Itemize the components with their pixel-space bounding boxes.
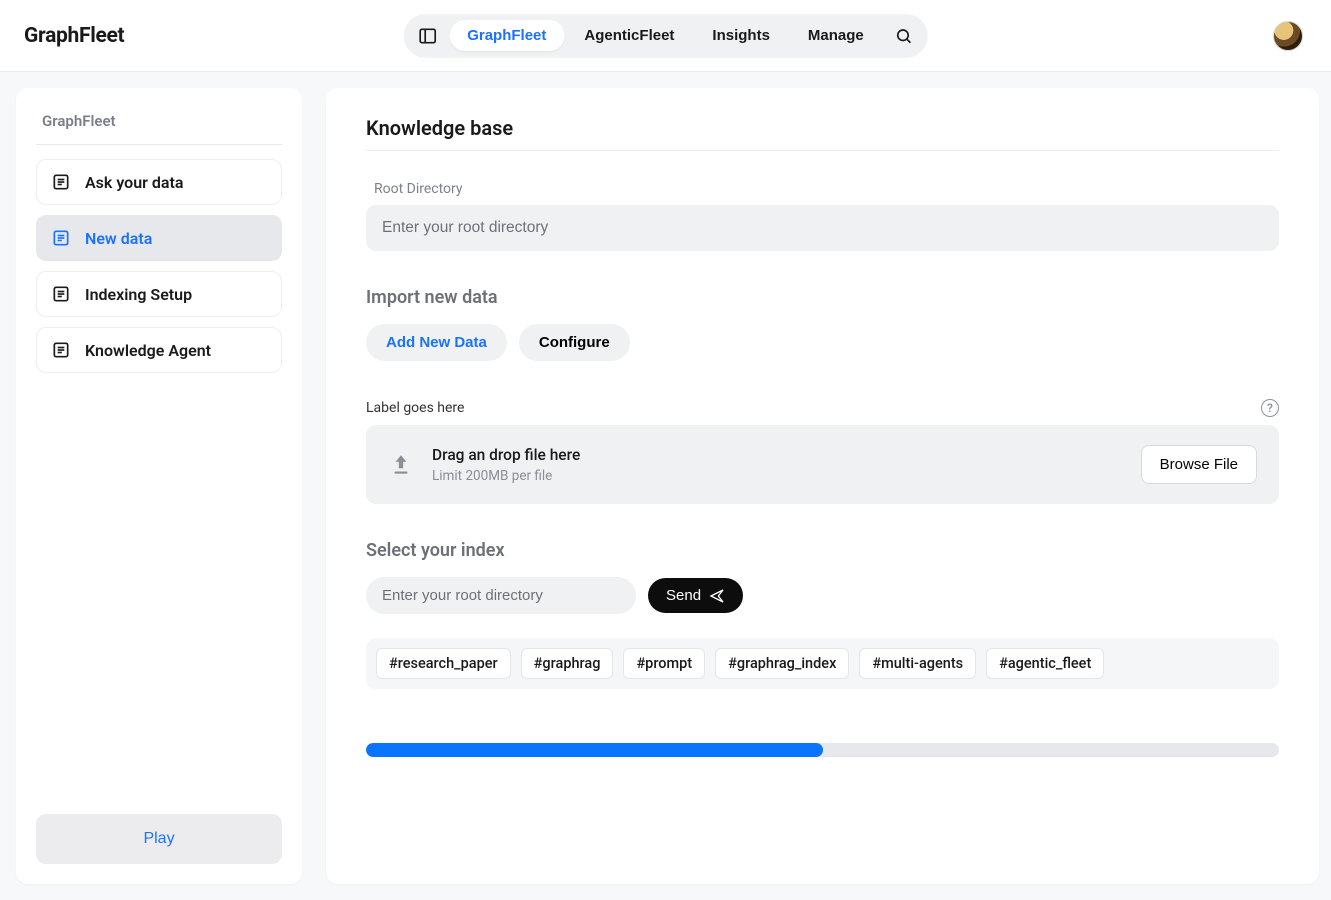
progress-bar <box>366 743 823 757</box>
tag-list: #research_paper #graphrag #prompt #graph… <box>366 638 1279 689</box>
browse-file-button[interactable]: Browse File <box>1141 445 1257 484</box>
tag-chip[interactable]: #graphrag_index <box>715 648 849 679</box>
root-directory-input[interactable] <box>366 205 1279 251</box>
sidebar: GraphFleet Ask your data New data Indexi… <box>16 88 302 884</box>
file-section-label: Label goes here <box>366 400 464 416</box>
file-section-header: Label goes here ? <box>366 399 1279 417</box>
configure-button[interactable]: Configure <box>519 324 630 361</box>
sidebar-item-label: Knowledge Agent <box>85 341 211 360</box>
sidebar-item-indexing-setup[interactable]: Indexing Setup <box>36 271 282 317</box>
tag-chip[interactable]: #prompt <box>623 648 705 679</box>
nav-tab-manage[interactable]: Manage <box>790 20 882 51</box>
tag-chip[interactable]: #graphrag <box>521 648 614 679</box>
sidebar-toggle-button[interactable] <box>407 18 447 54</box>
document-lines-icon <box>51 172 71 192</box>
sidebar-item-new-data[interactable]: New data <box>36 215 282 261</box>
tag-chip[interactable]: #research_paper <box>376 648 511 679</box>
page-title: Knowledge base <box>366 116 1279 151</box>
document-lines-icon <box>51 228 71 248</box>
sidebar-item-knowledge-agent[interactable]: Knowledge Agent <box>36 327 282 373</box>
index-input[interactable] <box>366 577 636 614</box>
sidebar-item-ask-your-data[interactable]: Ask your data <box>36 159 282 205</box>
import-actions: Add New Data Configure <box>366 324 1279 361</box>
tag-chip[interactable]: #agentic_fleet <box>986 648 1104 679</box>
document-lines-icon <box>51 284 71 304</box>
add-new-data-button[interactable]: Add New Data <box>366 324 507 361</box>
index-row: Send <box>366 577 1279 614</box>
top-bar: GraphFleet GraphFleet AgenticFleet Insig… <box>0 0 1331 72</box>
send-button[interactable]: Send <box>648 578 743 613</box>
brand-logo: GraphFleet <box>24 24 124 48</box>
nav-tab-graphfleet[interactable]: GraphFleet <box>449 20 564 51</box>
search-icon <box>895 27 913 45</box>
progress-track <box>366 743 1279 757</box>
dropzone-title: Drag an drop file here <box>432 446 580 464</box>
send-icon <box>709 588 725 604</box>
nav-tab-agenticfleet[interactable]: AgenticFleet <box>566 20 692 51</box>
tag-chip[interactable]: #multi-agents <box>859 648 976 679</box>
file-dropzone[interactable]: Drag an drop file here Limit 200MB per f… <box>366 425 1279 504</box>
user-avatar[interactable] <box>1273 21 1303 51</box>
sidebar-item-label: Indexing Setup <box>85 285 192 304</box>
sidebar-title: GraphFleet <box>36 108 282 145</box>
upload-icon <box>388 452 414 478</box>
main-panel: Knowledge base Root Directory Import new… <box>326 88 1319 884</box>
workspace: GraphFleet Ask your data New data Indexi… <box>0 72 1331 900</box>
dropzone-text: Drag an drop file here Limit 200MB per f… <box>432 446 580 484</box>
top-nav: GraphFleet AgenticFleet Insights Manage <box>403 14 928 58</box>
dropzone-subtitle: Limit 200MB per file <box>432 468 580 484</box>
help-icon[interactable]: ? <box>1261 399 1279 417</box>
root-directory-label: Root Directory <box>374 181 1279 197</box>
send-button-label: Send <box>666 587 701 604</box>
nav-tab-insights[interactable]: Insights <box>694 20 788 51</box>
sidebar-item-label: New data <box>85 229 152 248</box>
sidebar-item-label: Ask your data <box>85 173 183 192</box>
play-button[interactable]: Play <box>36 814 282 864</box>
panel-left-icon <box>417 26 437 46</box>
document-lines-icon <box>51 340 71 360</box>
search-button[interactable] <box>884 18 924 54</box>
select-index-heading: Select your index <box>366 540 1279 561</box>
import-heading: Import new data <box>366 287 1279 308</box>
